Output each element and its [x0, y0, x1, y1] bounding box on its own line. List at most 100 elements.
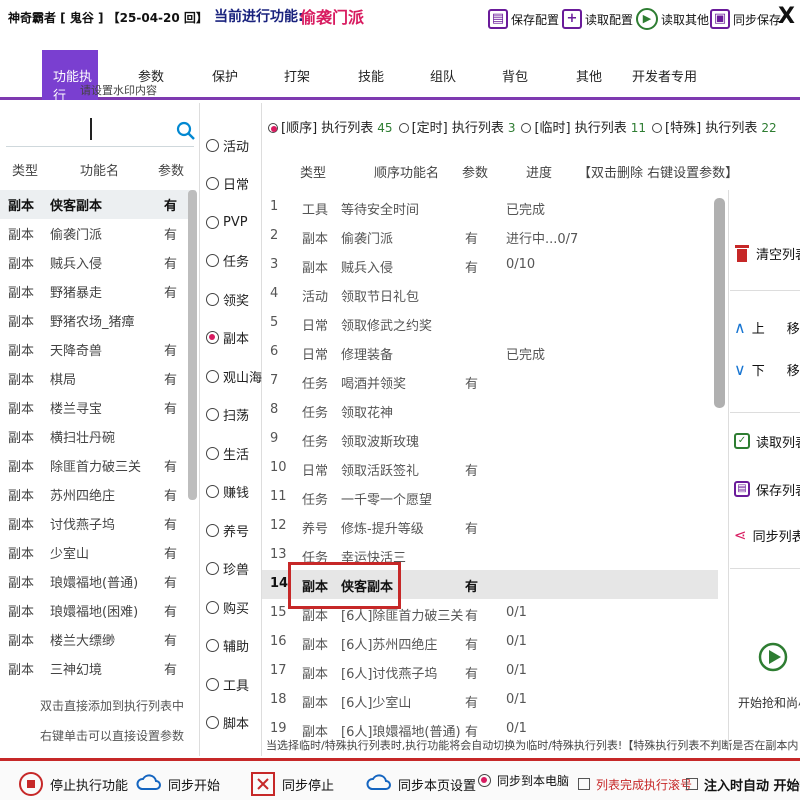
- table-row[interactable]: 6 日常 修理装备 已完成: [262, 338, 718, 367]
- radio-selected-icon: [478, 773, 491, 787]
- category-radio[interactable]: 养号: [206, 517, 249, 543]
- chevron-up-icon: ∧: [734, 317, 746, 337]
- tab-other[interactable]: 其他: [576, 66, 602, 85]
- table-row[interactable]: 9 任务 领取波斯玫瑰: [262, 425, 718, 454]
- cell-n: 5: [270, 315, 279, 330]
- save-list-button[interactable]: ▤ 保存列表: [734, 476, 800, 502]
- radio-icon: [206, 177, 219, 190]
- category-radio[interactable]: PVP: [206, 209, 248, 235]
- list-item[interactable]: 副本 侠客副本 有: [0, 190, 196, 219]
- list-tab[interactable]: [特殊] 执行列表 22: [652, 117, 777, 136]
- move-up-button[interactable]: ∧ 上 移: [734, 314, 800, 340]
- cell-name: 领取活跃签礼: [341, 464, 420, 479]
- left-list-scrollbar[interactable]: [188, 190, 197, 500]
- table-row[interactable]: 7 任务 喝酒并领奖 有: [262, 367, 718, 396]
- cell-name: [6人]讨伐燕子坞: [341, 667, 438, 682]
- read-list-button[interactable]: ✓ 读取列表: [734, 428, 800, 454]
- list-done-checkbox[interactable]: 列表完成执行滚号: [578, 770, 692, 798]
- category-radio[interactable]: 辅助: [206, 633, 249, 659]
- tab-team[interactable]: 组队: [430, 66, 456, 85]
- list-item[interactable]: 副本 楼兰大缥缈 有: [0, 625, 196, 654]
- category-radio[interactable]: 观山海: [206, 363, 262, 389]
- save-config-button[interactable]: ▤ 保存配置: [488, 6, 559, 32]
- sync-list-label: 同步列表: [752, 529, 800, 545]
- list-item[interactable]: 副本 少室山 有: [0, 538, 196, 567]
- list-item[interactable]: 副本 野猪暴走 有: [0, 277, 196, 306]
- category-radio[interactable]: 领奖: [206, 286, 249, 312]
- table-row[interactable]: 2 副本 偷袭门派 有 进行中...0/7: [262, 222, 718, 251]
- category-radio[interactable]: 工具: [206, 671, 249, 697]
- category-radio[interactable]: 扫荡: [206, 402, 249, 428]
- category-radio[interactable]: 任务: [206, 248, 249, 274]
- category-radio[interactable]: 日常: [206, 171, 249, 197]
- category-label: 观山海: [223, 370, 263, 386]
- list-tab[interactable]: [定时] 执行列表 3: [398, 117, 515, 136]
- list-tab-label: [临时] 执行列表: [534, 120, 627, 136]
- tab-fight[interactable]: 打架: [284, 66, 310, 85]
- table-row[interactable]: 10 日常 领取活跃签礼 有: [262, 454, 718, 483]
- table-row[interactable]: 17 副本 [6人]讨伐燕子坞 有 0/1: [262, 657, 718, 686]
- sync-save-button[interactable]: ▣ 同步保存: [710, 6, 781, 32]
- tab-skill[interactable]: 技能: [358, 66, 384, 85]
- category-radio[interactable]: 脚本: [206, 710, 249, 736]
- table-row[interactable]: 18 副本 [6人]少室山 有 0/1: [262, 686, 718, 715]
- list-item[interactable]: 副本 贼兵入侵 有: [0, 248, 196, 277]
- read-config-button[interactable]: + 读取配置: [562, 6, 633, 32]
- clear-list-button[interactable]: 清空列表: [734, 240, 800, 266]
- close-icon[interactable]: X: [778, 4, 795, 29]
- category-radio[interactable]: 珍兽: [206, 556, 249, 582]
- list-item[interactable]: 副本 棋局 有: [0, 364, 196, 393]
- main-list-scrollbar[interactable]: [714, 198, 725, 408]
- list-footer-note: 当选择临时/特殊执行列表时,执行功能将会自动切换为临时/特殊执行列表!【特殊执行…: [266, 739, 799, 752]
- list-tab[interactable]: [顺序] 执行列表 45: [268, 117, 393, 136]
- category-radio[interactable]: 购买: [206, 594, 249, 620]
- radio-icon: [206, 562, 219, 575]
- list-item[interactable]: 副本 琅嬛福地(困难) 有: [0, 596, 196, 625]
- category-radio[interactable]: 生活: [206, 440, 249, 466]
- table-row[interactable]: 8 任务 领取花神: [262, 396, 718, 425]
- sync-list-button[interactable]: ⋖ 同步列表: [734, 522, 800, 548]
- table-row[interactable]: 5 日常 领取修武之约奖: [262, 309, 718, 338]
- list-item[interactable]: 副本 讨伐燕子坞 有: [0, 509, 196, 538]
- list-item[interactable]: 副本 天降奇兽 有: [0, 335, 196, 364]
- list-item[interactable]: 副本 琅嬛福地(普通) 有: [0, 567, 196, 596]
- category-radio[interactable]: 活动: [206, 132, 249, 158]
- search-icon[interactable]: [176, 121, 196, 141]
- table-row[interactable]: 11 任务 一千零一个愿望: [262, 483, 718, 512]
- search-input[interactable]: [6, 115, 194, 147]
- sync-stop-button[interactable]: 同步停止: [250, 770, 334, 798]
- table-row[interactable]: 1 工具 等待安全时间 已完成: [262, 193, 718, 222]
- stop-exec-button[interactable]: 停止执行功能: [18, 770, 128, 798]
- list-item[interactable]: 副本 横扫壮丹碗: [0, 422, 196, 451]
- tab-protect[interactable]: 保护: [212, 66, 238, 85]
- tab-developer[interactable]: 开发者专用: [632, 66, 697, 85]
- category-radio[interactable]: 赚钱: [206, 479, 249, 505]
- table-row[interactable]: 3 副本 贼兵入侵 有 0/10: [262, 251, 718, 280]
- category-radio[interactable]: 副本: [206, 325, 249, 351]
- tab-bag[interactable]: 背包: [502, 66, 528, 85]
- list-item[interactable]: 副本 楼兰寻宝 有: [0, 393, 196, 422]
- start-label[interactable]: 开始抢和尚小: [738, 694, 800, 711]
- sync-start-button[interactable]: 同步开始: [136, 770, 220, 798]
- list-item-type: 副本: [8, 257, 35, 272]
- list-item[interactable]: 副本 除匪首力破三关 有: [0, 451, 196, 480]
- list-item-type: 副本: [8, 518, 35, 533]
- list-tab[interactable]: [临时] 执行列表 11: [521, 117, 646, 136]
- cell-param: 有: [465, 261, 479, 276]
- list-item[interactable]: 副本 苏州四绝庄 有: [0, 480, 196, 509]
- read-other-button[interactable]: ▶ 读取其他: [636, 6, 709, 32]
- list-item-name: 琅嬛福地(困难): [50, 605, 139, 620]
- table-row[interactable]: 4 活动 领取节日礼包: [262, 280, 718, 309]
- list-item[interactable]: 副本 野猪农场_猪瘴: [0, 306, 196, 335]
- play-circle-icon[interactable]: [758, 642, 788, 672]
- auto-start-checkbox[interactable]: 注入时自动 开始执: [686, 770, 800, 798]
- list-item[interactable]: 副本 偷袭门派 有: [0, 219, 196, 248]
- move-down-button[interactable]: ∨ 下 移: [734, 356, 800, 382]
- list-tab-label: [顺序] 执行列表: [281, 120, 374, 136]
- table-row[interactable]: 12 养号 修炼-提升等级 有: [262, 512, 718, 541]
- sync-page-button[interactable]: 同步本页设置: [366, 770, 476, 798]
- sync-pc-radio[interactable]: 同步到本电脑: [478, 766, 569, 794]
- cell-progress: 0/1: [506, 634, 527, 649]
- list-item[interactable]: 副本 三神幻境 有: [0, 654, 196, 683]
- table-row[interactable]: 16 副本 [6人]苏州四绝庄 有 0/1: [262, 628, 718, 657]
